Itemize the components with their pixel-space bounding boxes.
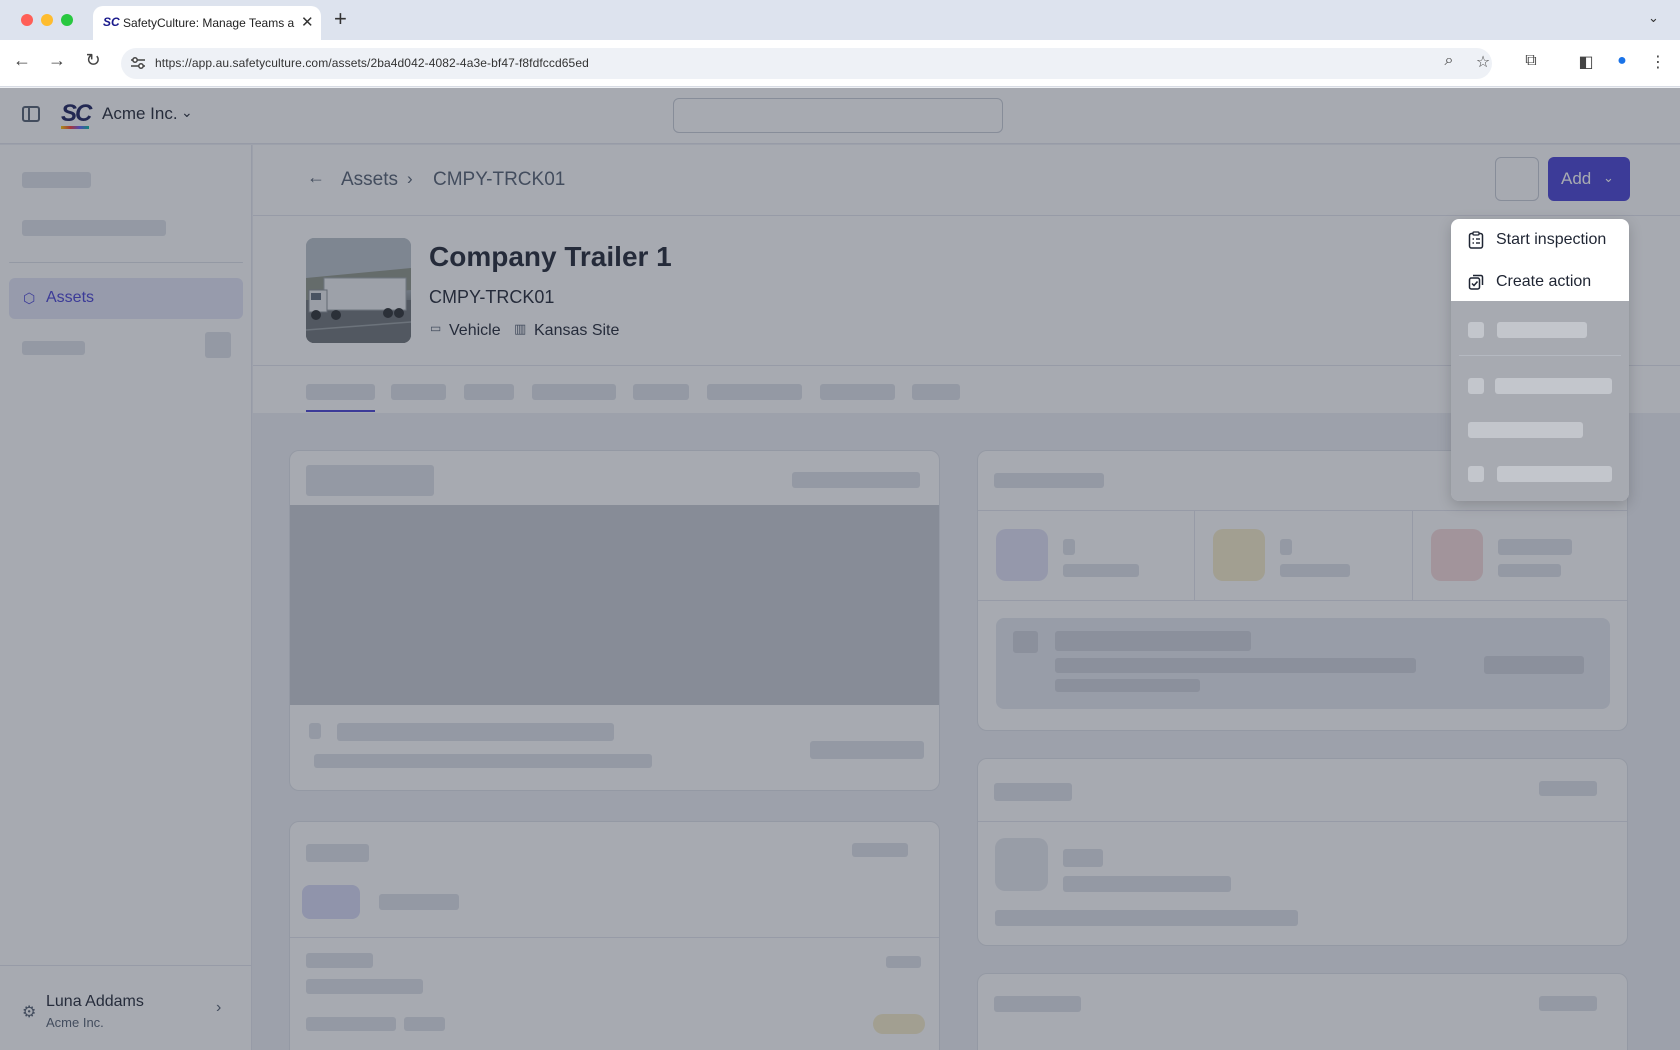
text-placeholder — [1497, 322, 1587, 338]
browser-menu-icon[interactable]: ⋮ — [1647, 52, 1669, 74]
minimize-window-button[interactable] — [41, 14, 53, 26]
zoom-icon[interactable]: ⌕ — [1438, 52, 1460, 74]
menu-item-label: Start inspection — [1496, 231, 1607, 248]
text-placeholder — [1495, 378, 1612, 394]
action-icon — [1468, 274, 1484, 290]
browser-toolbar: ← → ↻ https://app.au.safetyculture.com/a… — [0, 40, 1680, 87]
icon-placeholder — [1468, 322, 1484, 338]
url-text: https://app.au.safetyculture.com/assets/… — [155, 56, 589, 70]
add-dropdown-menu: Start inspection Create action — [1451, 219, 1629, 501]
page-overlay[interactable] — [0, 88, 1680, 1050]
maximize-window-button[interactable] — [61, 14, 73, 26]
tab-title: SafetyCulture: Manage Teams and... — [123, 16, 295, 30]
extensions-icon[interactable]: ⧉ — [1520, 52, 1542, 74]
icon-placeholder — [1468, 466, 1484, 482]
close-tab-icon[interactable]: ✕ — [301, 13, 314, 31]
browser-tabstrip: SC SafetyCulture: Manage Teams and... ✕ … — [0, 0, 1680, 40]
menu-item-start-inspection[interactable]: Start inspection — [1451, 221, 1629, 261]
new-tab-icon[interactable]: + — [334, 6, 347, 32]
back-icon[interactable]: ← — [9, 50, 35, 71]
close-window-button[interactable] — [21, 14, 33, 26]
menu-divider — [1459, 355, 1621, 356]
browser-tab[interactable]: SC SafetyCulture: Manage Teams and... ✕ — [93, 6, 321, 40]
text-placeholder — [1497, 466, 1612, 482]
profile-icon[interactable]: ● — [1611, 52, 1633, 74]
side-panel-icon[interactable]: ◧ — [1575, 52, 1597, 74]
text-placeholder — [1468, 422, 1583, 438]
site-settings-icon[interactable] — [130, 56, 146, 70]
bookmark-star-icon[interactable]: ☆ — [1472, 52, 1494, 74]
icon-placeholder — [1468, 378, 1484, 394]
reload-icon[interactable]: ↻ — [80, 50, 106, 71]
clipboard-icon — [1468, 231, 1484, 249]
tab-search-icon[interactable]: ⌄ — [1648, 10, 1659, 26]
address-bar[interactable]: https://app.au.safetyculture.com/assets/… — [121, 48, 1492, 79]
menu-item-create-action[interactable]: Create action — [1451, 263, 1629, 303]
menu-item-label: Create action — [1496, 273, 1592, 290]
favicon-icon: SC — [103, 15, 120, 29]
forward-icon[interactable]: → — [44, 50, 70, 71]
menu-loading-section — [1451, 301, 1629, 501]
